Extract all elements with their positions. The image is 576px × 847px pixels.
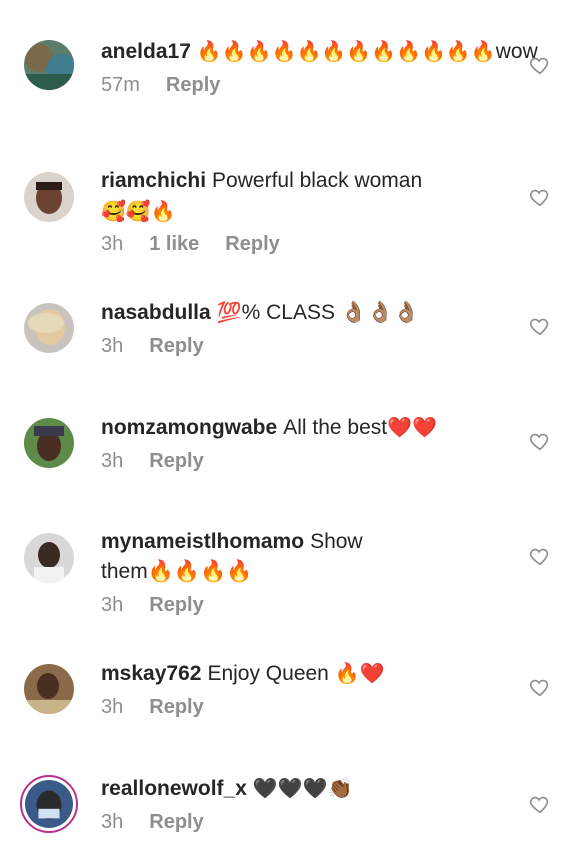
- comment-emoji: 🥰🥰🔥: [101, 199, 176, 223]
- comment-username[interactable]: nasabdulla: [101, 301, 211, 324]
- avatar[interactable]: [24, 40, 74, 90]
- comment-emoji: them🔥🔥🔥🔥: [101, 560, 253, 583]
- avatar[interactable]: [24, 664, 74, 714]
- reply-button[interactable]: Reply: [166, 74, 220, 96]
- comment-time: 3h: [101, 233, 124, 255]
- reply-button[interactable]: Reply: [149, 450, 203, 472]
- comment-text: Enjoy Queen: [207, 662, 329, 685]
- avatar[interactable]: [24, 533, 74, 583]
- comment-text: Powerful black woman: [212, 169, 423, 192]
- comment-emoji: 🔥❤️: [334, 661, 385, 685]
- heart-outline-icon[interactable]: [529, 676, 551, 698]
- comment-text: All the best: [283, 416, 388, 439]
- reply-button[interactable]: Reply: [149, 335, 203, 357]
- comment-time: 57m: [101, 74, 140, 96]
- avatar[interactable]: [24, 172, 74, 222]
- comment-username[interactable]: mskay762: [101, 662, 201, 685]
- reply-button[interactable]: Reply: [225, 233, 279, 255]
- comment-username[interactable]: riamchichi: [101, 169, 206, 192]
- comment-time: 3h: [101, 594, 124, 616]
- heart-outline-icon[interactable]: [529, 54, 551, 76]
- comment-username[interactable]: anelda17: [101, 40, 191, 63]
- comment-time: 3h: [101, 696, 124, 718]
- reply-button[interactable]: Reply: [149, 594, 203, 616]
- likes-count[interactable]: 1 like: [149, 233, 199, 255]
- comment-emoji: 💯: [216, 300, 242, 324]
- comment-emoji: ❤️❤️: [387, 415, 437, 439]
- heart-outline-icon[interactable]: [529, 545, 551, 567]
- comment-text: % CLASS 👌🏽👌🏽👌🏽: [241, 301, 420, 324]
- heart-outline-icon[interactable]: [529, 793, 551, 815]
- comment-text: Show: [310, 530, 363, 553]
- comment-time: 3h: [101, 811, 124, 833]
- heart-outline-icon[interactable]: [529, 430, 551, 452]
- comment-emoji: 🔥🔥🔥🔥🔥🔥🔥🔥🔥🔥🔥🔥: [196, 39, 496, 63]
- avatar[interactable]: [20, 775, 78, 833]
- heart-outline-icon[interactable]: [529, 315, 551, 337]
- reply-button[interactable]: Reply: [149, 696, 203, 718]
- comment-username[interactable]: mynameistlhomamo: [101, 530, 304, 553]
- comment-time: 3h: [101, 450, 124, 472]
- comment-time: 3h: [101, 335, 124, 357]
- avatar[interactable]: [24, 303, 74, 353]
- heart-outline-icon[interactable]: [529, 186, 551, 208]
- reply-button[interactable]: Reply: [149, 811, 203, 833]
- comment-username[interactable]: nomzamongwabe: [101, 416, 277, 439]
- comment-emoji: 🖤🖤🖤👏🏾: [252, 776, 353, 800]
- comment-username[interactable]: reallonewolf_x: [101, 777, 247, 800]
- avatar[interactable]: [24, 418, 74, 468]
